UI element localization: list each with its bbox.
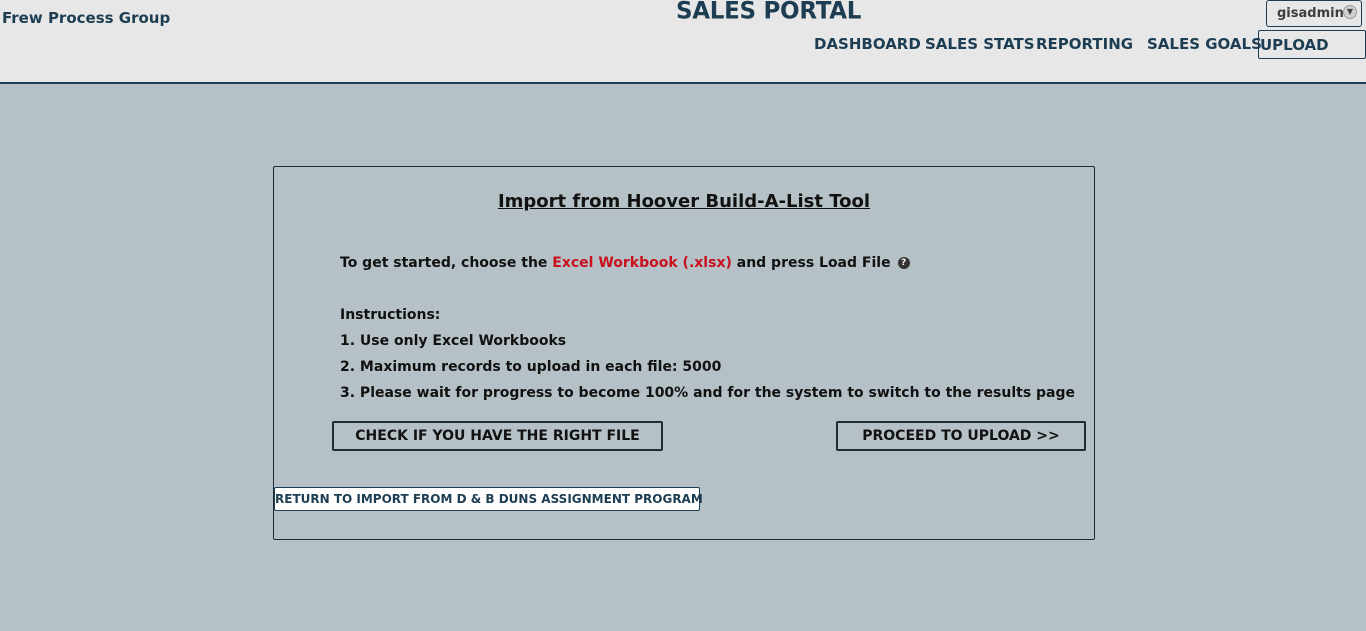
question-icon[interactable]: ? <box>897 257 910 269</box>
nav-sales-stats[interactable]: SALES STATS <box>925 35 1035 53</box>
chevron-down-icon[interactable]: ▼ <box>1343 5 1357 19</box>
panel-title: Import from Hoover Build-A-List Tool <box>497 191 871 212</box>
company-name: Frew Process Group <box>2 9 171 27</box>
nav-sales-goals[interactable]: SALES GOALS <box>1147 35 1262 53</box>
user-name: gisadmin <box>1277 6 1344 21</box>
intro-suffix: and press Load File <box>731 255 891 271</box>
app-header: Frew Process Group SALES PORTAL gisadmin… <box>0 0 1366 84</box>
nav-dashboard[interactable]: DASHBOARD <box>814 35 921 53</box>
proceed-upload-button[interactable]: PROCEED TO UPLOAD >> <box>836 421 1086 451</box>
import-panel: Import from Hoover Build-A-List Tool To … <box>273 166 1095 540</box>
intro-text: To get started, choose the Excel Workboo… <box>340 255 910 271</box>
nav-upload[interactable]: UPLOAD <box>1258 30 1366 59</box>
instruction-item: 3. Please wait for progress to become 10… <box>340 385 1076 401</box>
return-import-button[interactable]: RETURN TO IMPORT FROM D & B DUNS ASSIGNM… <box>274 487 703 511</box>
portal-title: SALES PORTAL <box>676 0 862 25</box>
user-menu[interactable]: gisadmin ▼ <box>1266 0 1362 27</box>
instructions-heading: Instructions: <box>340 307 441 323</box>
check-file-button[interactable]: CHECK IF YOU HAVE THE RIGHT FILE <box>332 421 663 451</box>
nav-reporting[interactable]: REPORTING <box>1036 35 1133 53</box>
instruction-item: 2. Maximum records to upload in each fil… <box>340 359 722 375</box>
intro-prefix: To get started, choose the <box>340 255 553 271</box>
instruction-item: 1. Use only Excel Workbooks <box>340 333 567 349</box>
file-type-highlight: Excel Workbook (.xlsx) <box>552 255 732 271</box>
